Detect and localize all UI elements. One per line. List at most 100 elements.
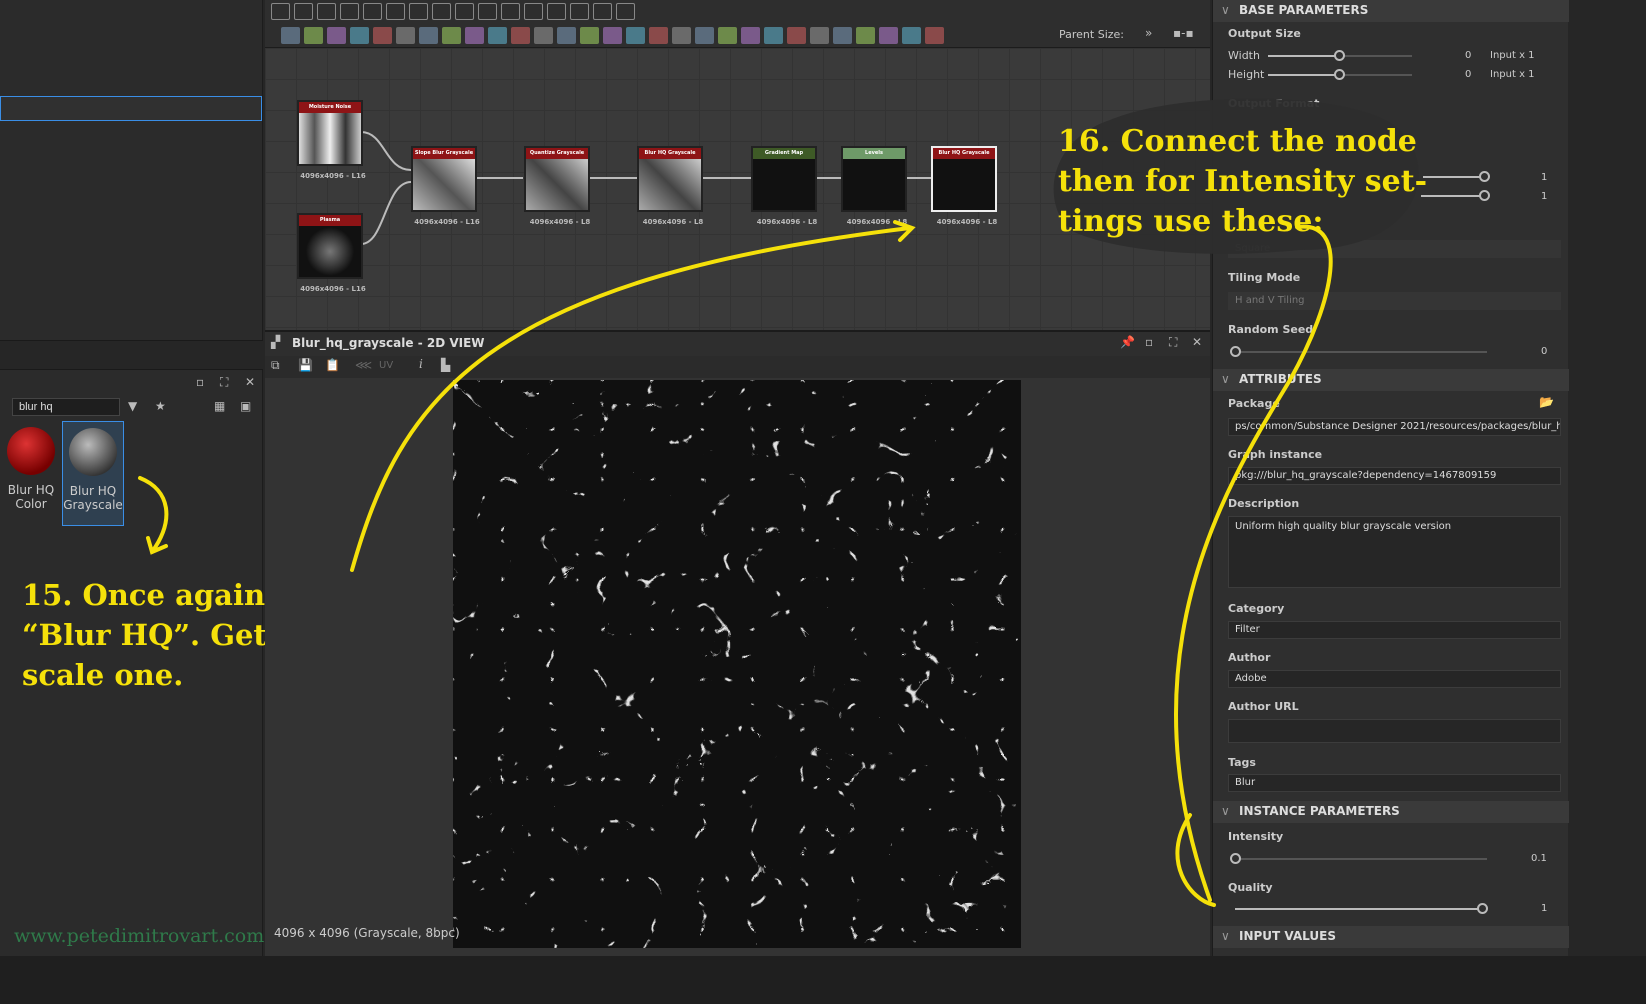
2d-view[interactable]: 4096 x 4096 (Grayscale, 8bpc) bbox=[265, 378, 1210, 956]
close-icon[interactable]: ✕ bbox=[1192, 335, 1202, 349]
toolbar-tool-icon[interactable] bbox=[718, 27, 737, 44]
author-url-field[interactable] bbox=[1228, 719, 1561, 743]
toolbar-tool-icon[interactable] bbox=[672, 27, 691, 44]
width-slider[interactable] bbox=[1268, 50, 1412, 61]
graph-node[interactable]: Quantize Grayscale 4096x4096 - L8 bbox=[524, 146, 590, 226]
toolbar-tool-icon[interactable] bbox=[419, 27, 438, 44]
graph-node[interactable]: Blur HQ Grayscale 4096x4096 - L8 bbox=[637, 146, 703, 226]
library-item-blur-hq-grayscale[interactable]: Blur HQ Grayscale bbox=[62, 421, 124, 526]
graph-instance-field[interactable]: pkg:///blur_hq_grayscale?dependency=1467… bbox=[1228, 467, 1561, 485]
list-view-icon[interactable]: ▣ bbox=[240, 399, 251, 413]
toolbar-tool-icon[interactable] bbox=[432, 3, 451, 20]
toolbar-tool-icon[interactable] bbox=[547, 3, 566, 20]
toolbar-tool-icon[interactable] bbox=[340, 3, 359, 20]
library-search-input[interactable] bbox=[12, 398, 120, 416]
toolbar-tool-icon[interactable] bbox=[386, 3, 405, 20]
section-attributes[interactable]: ATTRIBUTES bbox=[1213, 369, 1569, 391]
maximize-icon[interactable]: ⛶ bbox=[220, 375, 228, 390]
tiling-mode-dropdown[interactable]: H and V Tiling bbox=[1228, 292, 1561, 310]
toolbar-tool-icon[interactable] bbox=[350, 27, 369, 44]
filter-icon[interactable]: ▼ bbox=[128, 399, 137, 413]
package-field[interactable]: ps/common/Substance Designer 2021/resour… bbox=[1228, 418, 1561, 436]
toolbar-tool-icon[interactable] bbox=[478, 3, 497, 20]
toolbar-tool-icon[interactable] bbox=[741, 27, 760, 44]
selected-field[interactable] bbox=[0, 96, 262, 121]
toolbar-tool-icon[interactable] bbox=[695, 27, 714, 44]
author-field[interactable]: Adobe bbox=[1228, 670, 1561, 688]
toolbar-tool-icon[interactable] bbox=[465, 27, 484, 44]
toolbar-tool-icon[interactable] bbox=[524, 3, 543, 20]
graph-node[interactable]: Levels 4096x4096 - L8 bbox=[841, 146, 907, 226]
maximize-icon[interactable]: ⛶ bbox=[1169, 335, 1177, 350]
float-icon[interactable]: ▫ bbox=[196, 375, 204, 389]
description-field[interactable]: Uniform high quality blur grayscale vers… bbox=[1228, 516, 1561, 588]
library-item-blur-hq-color[interactable]: Blur HQ Color bbox=[0, 421, 62, 526]
toolbar-tool-icon[interactable] bbox=[317, 3, 336, 20]
folder-icon[interactable]: 📂 bbox=[1539, 395, 1554, 409]
width-unit[interactable]: Input x 1 bbox=[1490, 50, 1535, 61]
close-icon[interactable]: ✕ bbox=[245, 375, 255, 389]
pin-icon[interactable]: 📌 bbox=[1120, 335, 1135, 349]
favorite-icon[interactable]: ★ bbox=[155, 399, 166, 413]
toolbar-tool-icon[interactable] bbox=[363, 3, 382, 20]
toolbar-tool-icon[interactable] bbox=[557, 27, 576, 44]
toolbar-tool-icon[interactable] bbox=[580, 27, 599, 44]
toolbar-tool-icon[interactable] bbox=[879, 27, 898, 44]
toolbar-tool-icon[interactable] bbox=[281, 27, 300, 44]
toolbar-tool-icon[interactable] bbox=[511, 27, 530, 44]
clipboard-icon[interactable]: 📋 bbox=[325, 358, 340, 372]
section-input-values[interactable]: INPUT VALUES bbox=[1213, 926, 1569, 948]
section-base-parameters[interactable]: BASE PARAMETERS bbox=[1213, 0, 1569, 22]
uv-dropdown[interactable]: UV bbox=[379, 360, 393, 371]
info-icon[interactable]: i bbox=[419, 357, 423, 371]
graph-node[interactable]: Slope Blur Grayscale 4096x4096 - L16 bbox=[411, 146, 480, 226]
toolbar-tool-icon[interactable] bbox=[304, 27, 323, 44]
pixel-ratio-dropdown[interactable]: Square bbox=[1228, 240, 1561, 258]
toolbar-tool-icon[interactable] bbox=[856, 27, 875, 44]
pixel-slider-1[interactable] bbox=[1423, 171, 1490, 182]
graph-node[interactable]: Moisture Noise 4096x4096 - L16 bbox=[297, 100, 366, 180]
toolbar-tool-icon[interactable] bbox=[810, 27, 829, 44]
toolbar-tool-icon[interactable] bbox=[534, 27, 553, 44]
quality-slider[interactable] bbox=[1235, 903, 1488, 914]
toolbar-tool-icon[interactable] bbox=[603, 27, 622, 44]
graph-node[interactable]: Gradient Map 4096x4096 - L8 bbox=[751, 146, 817, 226]
link-icon[interactable]: ▪-▪ bbox=[1173, 26, 1194, 40]
section-instance-parameters[interactable]: INSTANCE PARAMETERS bbox=[1213, 801, 1569, 823]
toolbar-tool-icon[interactable] bbox=[902, 27, 921, 44]
toolbar-tool-icon[interactable] bbox=[787, 27, 806, 44]
share-icon[interactable]: ⋘ bbox=[355, 358, 372, 372]
toolbar-tool-icon[interactable] bbox=[455, 3, 474, 20]
toolbar-tool-icon[interactable] bbox=[626, 27, 645, 44]
toolbar-tool-icon[interactable] bbox=[396, 27, 415, 44]
histogram-icon[interactable]: ▙ bbox=[441, 358, 450, 372]
float-icon[interactable]: ▫ bbox=[1145, 335, 1153, 349]
grid-view-icon[interactable]: ▦ bbox=[214, 399, 225, 413]
toolbar-tool-icon[interactable] bbox=[925, 27, 944, 44]
toolbar-tool-icon[interactable] bbox=[327, 27, 346, 44]
toolbar-tool-icon[interactable] bbox=[373, 27, 392, 44]
toolbar-tool-icon[interactable] bbox=[409, 3, 428, 20]
toolbar-tool-icon[interactable] bbox=[294, 3, 313, 20]
graph-node[interactable]: Blur HQ Grayscale 4096x4096 - L8 bbox=[931, 146, 997, 226]
copy-icon[interactable]: ⧉ bbox=[271, 358, 280, 373]
toolbar-tool-icon[interactable] bbox=[501, 3, 520, 20]
save-icon[interactable]: 💾 bbox=[298, 358, 313, 372]
toolbar-tool-icon[interactable] bbox=[271, 3, 290, 20]
toolbar-tool-icon[interactable] bbox=[570, 3, 589, 20]
toolbar-tool-icon[interactable] bbox=[764, 27, 783, 44]
toolbar-tool-icon[interactable] bbox=[442, 27, 461, 44]
random-seed-slider[interactable] bbox=[1230, 346, 1487, 357]
toolbar-tool-icon[interactable] bbox=[649, 27, 668, 44]
height-slider[interactable] bbox=[1268, 69, 1412, 80]
intensity-slider[interactable] bbox=[1230, 853, 1487, 864]
category-field[interactable]: Filter bbox=[1228, 621, 1561, 639]
expand-icon[interactable]: » bbox=[1145, 26, 1152, 40]
toolbar-tool-icon[interactable] bbox=[593, 3, 612, 20]
graph-node[interactable]: Plasma 4096x4096 - L16 bbox=[297, 213, 366, 293]
tags-field[interactable]: Blur bbox=[1228, 774, 1561, 792]
height-unit[interactable]: Input x 1 bbox=[1490, 69, 1535, 80]
pixel-slider-2[interactable] bbox=[1421, 190, 1490, 201]
toolbar-tool-icon[interactable] bbox=[488, 27, 507, 44]
toolbar-tool-icon[interactable] bbox=[833, 27, 852, 44]
